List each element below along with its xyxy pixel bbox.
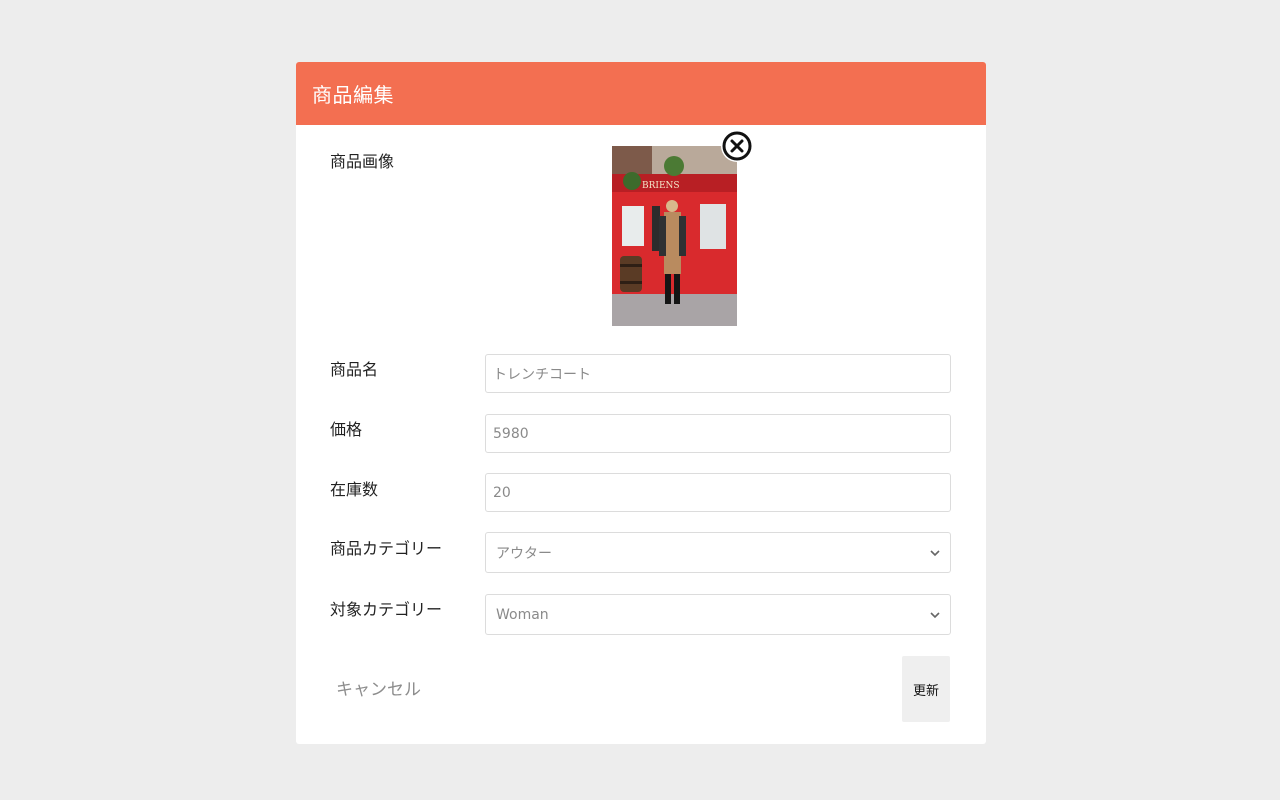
cancel-button[interactable]: キャンセル	[336, 675, 421, 700]
target-category-label: 対象カテゴリー	[330, 600, 443, 619]
target-category-value: Woman	[496, 606, 549, 623]
edit-product-modal: 商品編集 商品画像 BRIENS 商品名 トレンチコート 価格 5980 在庫数…	[296, 62, 986, 744]
price-input[interactable]: 5980	[485, 414, 951, 453]
stock-input[interactable]: 20	[485, 473, 951, 512]
stock-label: 在庫数	[330, 480, 379, 499]
svg-text:BRIENS: BRIENS	[642, 181, 680, 191]
close-circle-icon	[722, 131, 752, 161]
modal-header: 商品編集	[296, 62, 986, 125]
product-name-label: 商品名	[330, 360, 379, 379]
remove-image-button[interactable]	[721, 130, 753, 162]
product-name-input[interactable]: トレンチコート	[485, 354, 951, 393]
price-label: 価格	[330, 420, 363, 439]
update-button-label: 更新	[912, 683, 939, 699]
product-category-value: アウター	[496, 545, 552, 562]
target-category-select[interactable]: Woman	[485, 594, 951, 635]
modal-title: 商品編集	[312, 83, 394, 107]
chevron-down-icon	[930, 611, 940, 618]
product-image: BRIENS	[612, 146, 737, 326]
chevron-down-icon	[930, 549, 940, 556]
product-name-value: トレンチコート	[493, 366, 591, 383]
price-value: 5980	[493, 425, 529, 442]
update-button[interactable]: 更新	[902, 656, 950, 722]
product-category-select[interactable]: アウター	[485, 532, 951, 573]
stock-value: 20	[493, 484, 511, 501]
product-category-label: 商品カテゴリー	[330, 539, 443, 558]
product-image-label: 商品画像	[330, 152, 395, 171]
